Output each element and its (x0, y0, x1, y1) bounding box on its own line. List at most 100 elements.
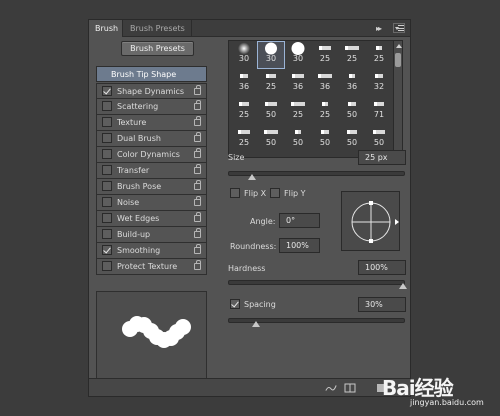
brush-tip[interactable]: 36 (339, 70, 365, 96)
brush-tip-size: 25 (265, 82, 277, 91)
panel-bottom-bar (89, 378, 410, 396)
angle-field[interactable]: 0° (279, 213, 320, 228)
lock-icon[interactable] (194, 244, 201, 254)
flip-y-label: Flip Y (284, 189, 306, 198)
brush-tip[interactable]: 36 (231, 70, 257, 96)
brush-tip[interactable]: 50 (258, 126, 284, 152)
size-slider-thumb[interactable] (248, 174, 257, 180)
tab-brush[interactable]: Brush (89, 20, 123, 37)
brush-option-noise[interactable]: Noise (96, 195, 207, 211)
brush-tip[interactable]: 25 (312, 42, 338, 68)
baidu-watermark: Bai经验 jingyan.baidu.com (368, 372, 496, 412)
brush-tip[interactable]: 36 (312, 70, 338, 96)
option-checkbox[interactable] (102, 197, 112, 207)
brush-tip-size: 36 (238, 82, 250, 91)
brush-tip[interactable]: 50 (366, 126, 392, 152)
option-label: Transfer (117, 166, 150, 175)
option-checkbox[interactable] (102, 181, 112, 191)
grid-icon[interactable] (344, 383, 356, 393)
brush-option-dual-brush[interactable]: Dual Brush (96, 131, 207, 147)
collapse-panel-icon[interactable]: ▸▸ (376, 24, 386, 33)
option-checkbox[interactable] (102, 149, 112, 159)
brush-tip[interactable]: 25 (258, 70, 284, 96)
option-label: Shape Dynamics (117, 87, 185, 96)
brush-option-scattering[interactable]: Scattering (96, 99, 207, 115)
brush-option-smoothing[interactable]: Smoothing (96, 243, 207, 259)
lock-icon[interactable] (194, 196, 201, 206)
panel-menu-icon[interactable] (393, 23, 405, 33)
option-checkbox[interactable] (102, 245, 112, 255)
hardness-slider-track[interactable] (228, 280, 405, 285)
brush-tip[interactable]: 25 (231, 126, 257, 152)
brush-tip[interactable]: 25 (366, 42, 392, 68)
brush-option-protect-texture[interactable]: Protect Texture (96, 259, 207, 275)
brush-option-wet-edges[interactable]: Wet Edges (96, 211, 207, 227)
brush-tip-size: 36 (292, 82, 304, 91)
scroll-thumb[interactable] (395, 53, 401, 67)
brush-tip[interactable]: 32 (366, 70, 392, 96)
option-label: Texture (117, 118, 147, 127)
brush-tip[interactable]: 25 (312, 98, 338, 124)
brush-option-brush-pose[interactable]: Brush Pose (96, 179, 207, 195)
brush-tip-size: 36 (346, 82, 358, 91)
brush-tip[interactable]: 30 (285, 42, 311, 68)
option-checkbox[interactable] (102, 165, 112, 175)
roundness-field[interactable]: 100% (279, 238, 320, 253)
brush-option-shape-dynamics[interactable]: Shape Dynamics (96, 83, 207, 99)
hardness-field[interactable]: 100% (358, 260, 406, 275)
brush-tip[interactable]: 71 (366, 98, 392, 124)
flip-y-checkbox[interactable] (270, 188, 280, 198)
option-checkbox[interactable] (102, 101, 112, 111)
brush-tip[interactable]: 30 (257, 41, 285, 69)
brush-option-texture[interactable]: Texture (96, 115, 207, 131)
spacing-field[interactable]: 30% (358, 297, 406, 312)
spacing-checkbox[interactable] (230, 299, 240, 309)
tab-brush-presets[interactable]: Brush Presets (124, 20, 192, 37)
brush-tip[interactable]: 50 (339, 98, 365, 124)
brush-tip[interactable]: 25 (231, 98, 257, 124)
option-checkbox[interactable] (102, 261, 112, 271)
brush-tip-shape-option[interactable]: Brush Tip Shape (96, 66, 207, 82)
option-checkbox[interactable] (102, 213, 112, 223)
option-checkbox[interactable] (102, 117, 112, 127)
brush-presets-button[interactable]: Brush Presets (121, 41, 194, 56)
lock-icon[interactable] (194, 148, 201, 158)
brush-tip[interactable]: 50 (312, 126, 338, 152)
brush-option-transfer[interactable]: Transfer (96, 163, 207, 179)
brush-tip[interactable]: 36 (285, 70, 311, 96)
lock-icon[interactable] (194, 85, 201, 95)
lock-icon[interactable] (194, 180, 201, 190)
brush-tip[interactable]: 50 (285, 126, 311, 152)
size-field[interactable]: 25 px (358, 150, 406, 165)
lock-icon[interactable] (194, 116, 201, 126)
brush-tip[interactable]: 50 (258, 98, 284, 124)
lock-icon[interactable] (194, 228, 201, 238)
brush-option-build-up[interactable]: Build-up (96, 227, 207, 243)
option-checkbox[interactable] (102, 133, 112, 143)
lock-icon[interactable] (194, 100, 201, 110)
flip-x-checkbox[interactable] (230, 188, 240, 198)
angle-roundness-widget[interactable] (341, 191, 400, 251)
watermark-text: Bai经验 (382, 376, 454, 400)
option-label: Wet Edges (117, 214, 160, 223)
brush-tip-size: 71 (373, 110, 385, 119)
spacing-slider-thumb[interactable] (251, 321, 260, 327)
tip-grid-scrollbar[interactable] (393, 41, 402, 157)
lock-icon[interactable] (194, 260, 201, 270)
scroll-up-icon[interactable] (396, 44, 402, 48)
brush-tip[interactable]: 25 (285, 98, 311, 124)
angle-label: Angle: (250, 217, 276, 226)
size-label: Size (228, 153, 245, 162)
brush-tip[interactable]: 25 (339, 42, 365, 68)
brush-stroke-preview (96, 291, 207, 379)
toggle-hard-bristle-icon[interactable] (325, 383, 337, 393)
lock-icon[interactable] (194, 212, 201, 222)
brush-tip[interactable]: 50 (339, 126, 365, 152)
lock-icon[interactable] (194, 164, 201, 174)
brush-option-color-dynamics[interactable]: Color Dynamics (96, 147, 207, 163)
brush-tip[interactable]: 30 (231, 42, 257, 68)
hardness-slider-thumb[interactable] (399, 283, 407, 289)
option-checkbox[interactable] (102, 86, 112, 96)
option-checkbox[interactable] (102, 229, 112, 239)
lock-icon[interactable] (194, 132, 201, 142)
